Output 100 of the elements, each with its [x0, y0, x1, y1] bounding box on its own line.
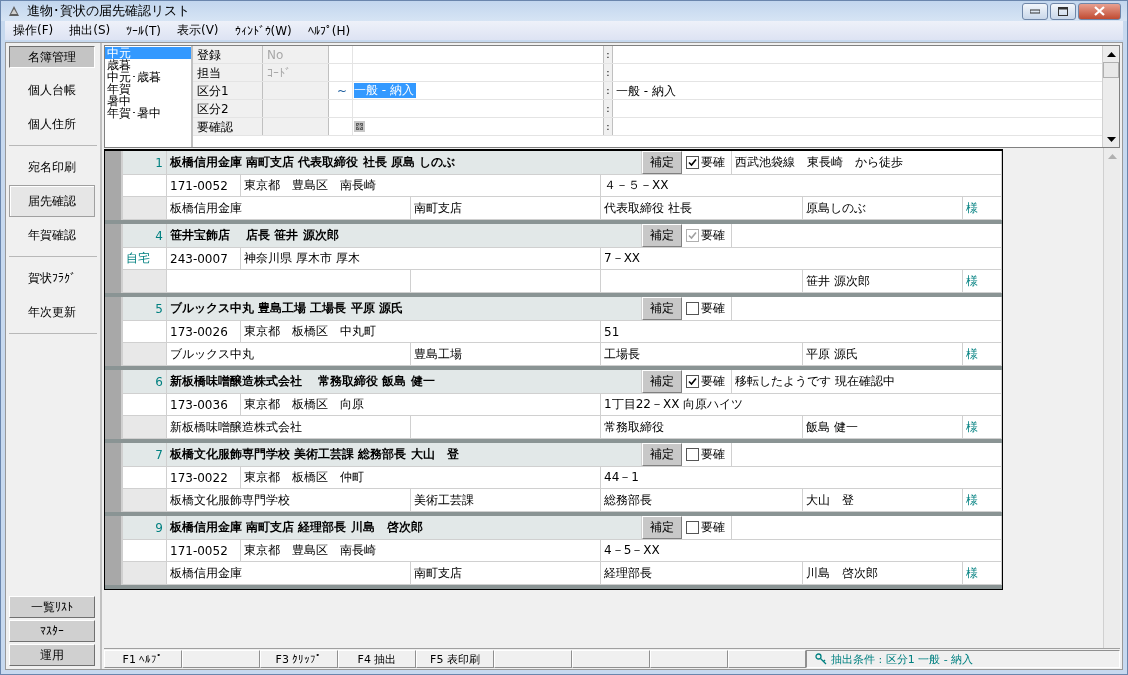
up-arrow-icon[interactable]: [1106, 51, 1116, 57]
supplement-button[interactable]: 補定: [642, 516, 682, 539]
record-note: 西武池袋線 東長崎 から徒歩: [732, 151, 1002, 174]
company-name: 板橋文化服飾専門学校: [167, 489, 411, 511]
record-title: 板橋文化服飾専門学校 美術工芸課 総務部長 大山 登: [167, 443, 642, 466]
nav-button[interactable]: 届先確認: [9, 185, 95, 217]
honorific: 様: [963, 562, 1002, 584]
record-number: 5: [123, 297, 167, 320]
record-number: 9: [123, 516, 167, 539]
colon: :: [603, 82, 613, 99]
record-title: 笹井宝飾店 店長 笹井 源次郎: [167, 224, 642, 247]
app-icon: [7, 4, 21, 18]
honorific: 様: [963, 270, 1002, 292]
function-key[interactable]: F1 ﾍﾙﾌﾟ: [104, 650, 182, 668]
nav-button[interactable]: 年次更新: [9, 296, 95, 328]
address: 神奈川県 厚木市 厚木: [241, 248, 601, 269]
field-result: 一般 - 納入: [615, 83, 677, 99]
function-key[interactable]: F3 ｸﾘｯﾌﾟ: [260, 650, 338, 668]
module-button[interactable]: 一覧ﾘｽﾄ: [9, 596, 95, 618]
person-name: 川島 啓次郎: [803, 562, 963, 584]
colon: :: [603, 64, 613, 81]
record-title: 板橋信用金庫 南町支店 代表取締役 社長 原島 しのぶ: [167, 151, 642, 174]
menu-item[interactable]: ﾂｰﾙ(T): [118, 23, 169, 38]
field-label: 区分1: [193, 82, 263, 99]
scroll-thumb[interactable]: [1103, 62, 1119, 78]
supplement-button[interactable]: 補定: [642, 443, 682, 466]
person-name: 笹井 源次郎: [803, 270, 963, 292]
department: 南町支店: [411, 197, 601, 219]
check-icon: [688, 158, 697, 167]
field-label: 区分2: [193, 100, 263, 117]
record-title: 板橋信用金庫 南町支店 経理部長 川島 啓次郎: [167, 516, 642, 539]
address: 東京都 板橋区 中丸町: [241, 321, 601, 342]
job-title: 経理部長: [601, 562, 803, 584]
record-number: 7: [123, 443, 167, 466]
module-button[interactable]: 名簿管理: [9, 46, 95, 68]
field-label: 要確認: [193, 118, 263, 135]
down-arrow-icon[interactable]: [1106, 136, 1116, 142]
record-number: 6: [123, 370, 167, 393]
check-icon: [688, 231, 697, 240]
window-title: 進物･賀状の届先確認リスト: [27, 2, 191, 20]
menu-item[interactable]: 表示(V): [168, 22, 227, 39]
scrollbar[interactable]: [1103, 148, 1120, 648]
category-item[interactable]: 中元･歳暮: [105, 71, 191, 83]
category-item[interactable]: 歳暮: [105, 59, 191, 71]
close-button[interactable]: [1078, 2, 1121, 20]
nav-button[interactable]: 賀状ﾌﾗｸﾞ: [9, 262, 95, 294]
person-name: 平原 源氏: [803, 343, 963, 365]
department: 美術工芸課: [411, 489, 601, 511]
record-number: 4: [123, 224, 167, 247]
job-title: 工場長: [601, 343, 803, 365]
menu-item[interactable]: ｳｨﾝﾄﾞｳ(W): [226, 23, 300, 38]
company-name: 板橋信用金庫: [167, 197, 411, 219]
supplement-button[interactable]: 補定: [642, 370, 682, 393]
menu-item[interactable]: 操作(F): [5, 22, 62, 39]
department: 豊島工場: [411, 343, 601, 365]
key-icon: [815, 653, 827, 665]
range-mark: ~: [329, 82, 353, 99]
code-field[interactable]: [263, 100, 329, 117]
nav-button[interactable]: 個人住所: [9, 108, 95, 140]
menu-item[interactable]: 抽出(S): [61, 22, 119, 39]
category-item[interactable]: 年賀･暑中: [105, 107, 191, 119]
nav-button[interactable]: 宛名印刷: [9, 151, 95, 183]
category-item[interactable]: 暑中: [105, 95, 191, 107]
honorific: 様: [963, 489, 1002, 511]
code-field[interactable]: [263, 118, 329, 135]
module-button[interactable]: 運用: [9, 644, 95, 666]
address: 東京都 豊島区 南長崎: [241, 540, 601, 561]
company-name: 新板橋味噌醸造株式会社: [167, 416, 411, 438]
condition-text: 抽出条件 : 区分1 一般 - 納入: [831, 651, 974, 667]
nav-button[interactable]: 年賀確認: [9, 219, 95, 251]
function-key[interactable]: F4 抽出: [338, 650, 416, 668]
job-title: 総務部長: [601, 489, 803, 511]
person-name: 大山 登: [803, 489, 963, 511]
code-field[interactable]: [263, 82, 329, 99]
supplement-button[interactable]: 補定: [642, 297, 682, 320]
record-number: 1: [123, 151, 167, 174]
department: 南町支店: [411, 562, 601, 584]
honorific: 様: [963, 416, 1002, 438]
record-note: 移転したようです 現在確認中: [732, 370, 1002, 393]
address: 東京都 板橋区 仲町: [241, 467, 601, 488]
job-title: 常務取締役: [601, 416, 803, 438]
field-label: 担当: [193, 64, 263, 81]
field-label: 登録: [193, 46, 263, 63]
supplement-button[interactable]: 補定: [642, 151, 682, 174]
category-item[interactable]: 年賀: [105, 83, 191, 95]
checkbox-icon[interactable]: [354, 121, 365, 132]
nav-button[interactable]: 個人台帳: [9, 74, 95, 106]
honorific: 様: [963, 343, 1002, 365]
function-key[interactable]: F5 表印刷: [416, 650, 494, 668]
zip-code: 243-0007: [167, 248, 241, 269]
honorific: 様: [963, 197, 1002, 219]
record-title: 新板橋味噌醸造株式会社 常務取締役 飯島 健一: [167, 370, 642, 393]
minimize-icon: [1030, 8, 1040, 14]
address: 東京都 板橋区 向原: [241, 394, 601, 415]
menu-item[interactable]: ﾍﾙﾌﾟ(H): [299, 23, 359, 38]
check-icon: [688, 377, 697, 386]
module-button[interactable]: ﾏｽﾀｰ: [9, 620, 95, 642]
maximize-button[interactable]: [1050, 2, 1076, 20]
scrollbar[interactable]: [1102, 46, 1119, 147]
maximize-icon: [1058, 6, 1068, 16]
